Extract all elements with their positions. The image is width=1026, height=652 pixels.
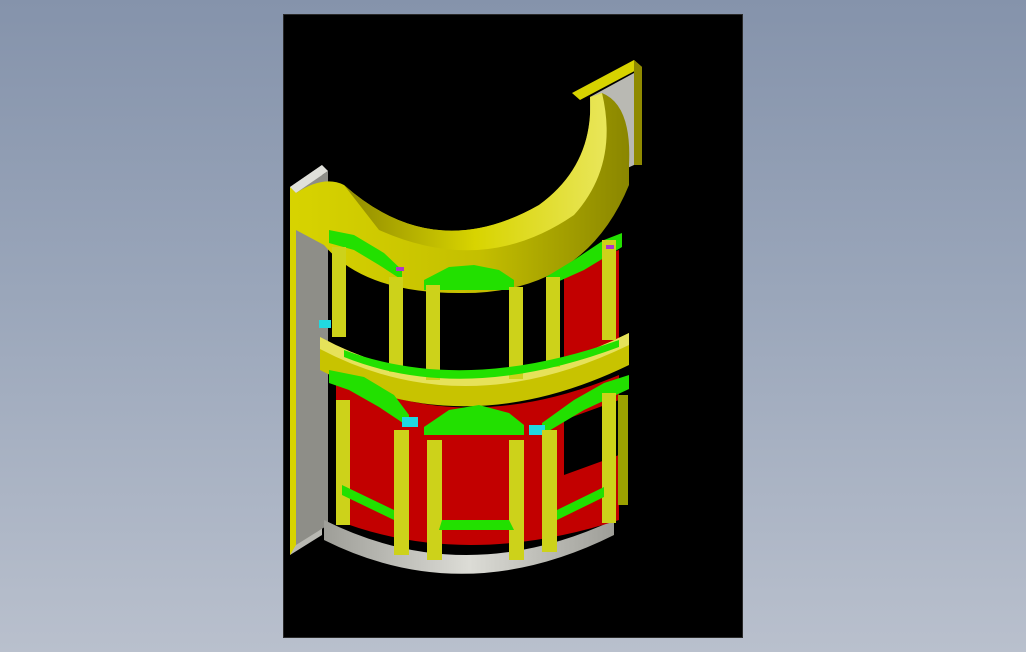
- drawing-sheet[interactable]: [284, 15, 742, 637]
- upper-column-2: [389, 277, 403, 372]
- lower-sill-2: [439, 520, 514, 530]
- upper-column-1: [332, 247, 346, 337]
- 3d-model-view[interactable]: [284, 15, 742, 637]
- lower-column-5: [542, 430, 557, 552]
- lower-column-1: [336, 400, 350, 525]
- lower-column-6: [602, 393, 616, 523]
- lower-column-2: [394, 430, 409, 555]
- upper-column-4: [509, 287, 523, 379]
- right-wall-edge: [634, 60, 642, 165]
- accent-mark-2: [606, 245, 614, 249]
- lower-sill-cap-1: [402, 417, 418, 427]
- upper-column-3: [426, 285, 440, 380]
- cad-viewport[interactable]: [0, 0, 1026, 652]
- upper-column-6: [602, 240, 616, 340]
- lower-column-4: [509, 440, 524, 560]
- upper-column-5: [546, 277, 560, 367]
- upper-sill-cap-left: [319, 320, 331, 328]
- left-wall-edge: [290, 187, 296, 555]
- accent-mark-1: [396, 267, 404, 271]
- lower-column-7: [618, 395, 628, 505]
- lower-column-3: [427, 440, 442, 560]
